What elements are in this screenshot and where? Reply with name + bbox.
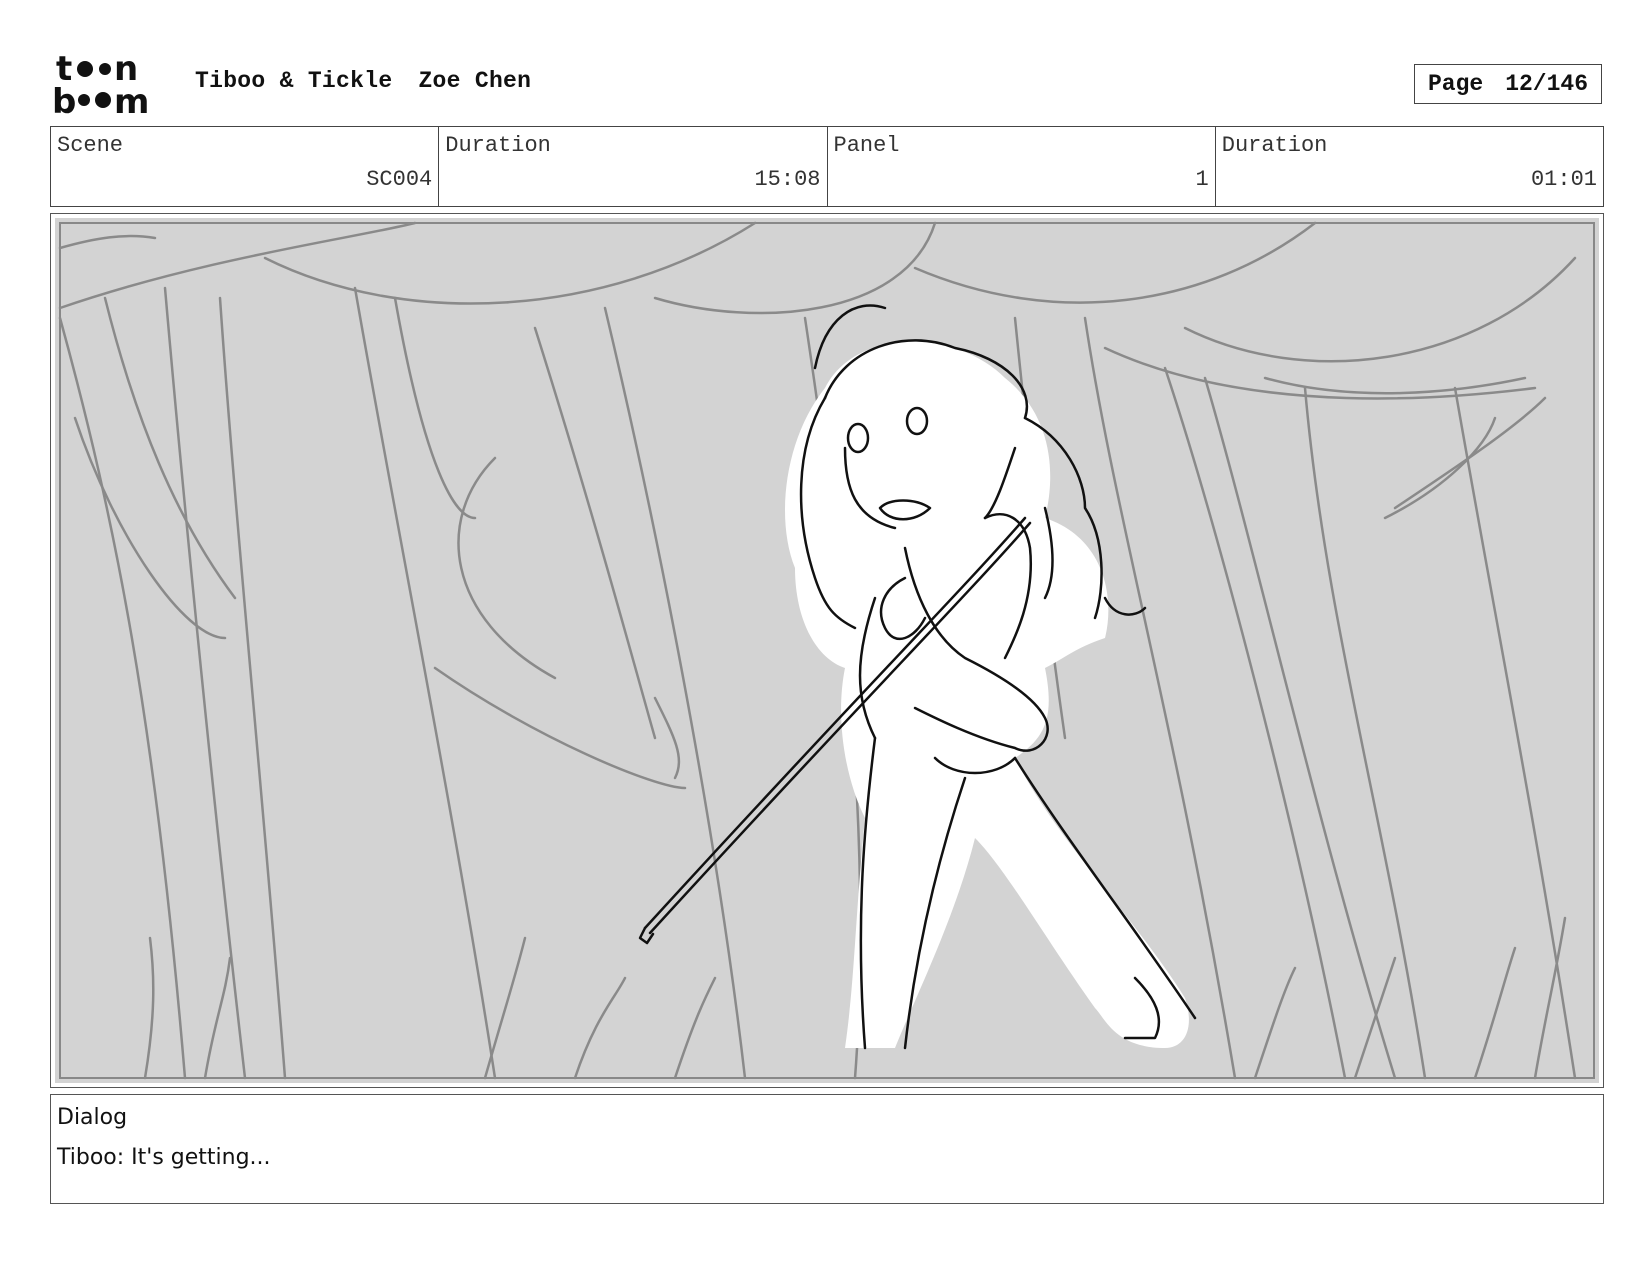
storyboard-panel bbox=[50, 213, 1604, 1088]
panel-duration-value: 01:01 bbox=[1530, 167, 1597, 192]
scene-label: Scene bbox=[57, 133, 124, 158]
svg-text:m: m bbox=[114, 82, 149, 116]
page-indicator: Page 12/146 bbox=[1414, 64, 1602, 104]
page-label: Page bbox=[1427, 71, 1484, 97]
toonboom-logo: t n b m bbox=[52, 49, 172, 122]
dialog-label: Dialog bbox=[57, 1105, 128, 1130]
header-title: Tiboo & Tickle Zoe Chen bbox=[195, 68, 557, 94]
scene-cell: Scene SC004 bbox=[51, 127, 440, 206]
scene-value: SC004 bbox=[366, 167, 433, 192]
author-name: Zoe Chen bbox=[418, 68, 532, 94]
project-name: Tiboo & Tickle bbox=[195, 68, 393, 94]
panel-label: Panel bbox=[833, 133, 900, 158]
panel-sketch-image bbox=[55, 218, 1599, 1083]
panel-cell: Panel 1 bbox=[828, 127, 1216, 206]
page-number: 12/146 bbox=[1505, 71, 1589, 97]
scene-info-table: Scene SC004 Duration 15:08 Panel 1 Durat… bbox=[50, 126, 1604, 207]
scene-duration-cell: Duration 15:08 bbox=[439, 127, 828, 206]
panel-duration-label: Duration bbox=[1221, 133, 1328, 158]
dialog-section: Dialog Tiboo: It's getting... bbox=[50, 1094, 1604, 1204]
panel-value: 1 bbox=[1195, 167, 1209, 192]
scene-duration-label: Duration bbox=[445, 133, 551, 158]
svg-text:b: b bbox=[52, 82, 76, 116]
dialog-text: Tiboo: It's getting... bbox=[57, 1145, 271, 1170]
panel-duration-cell: Duration 01:01 bbox=[1216, 127, 1603, 206]
scene-duration-value: 15:08 bbox=[754, 167, 821, 192]
